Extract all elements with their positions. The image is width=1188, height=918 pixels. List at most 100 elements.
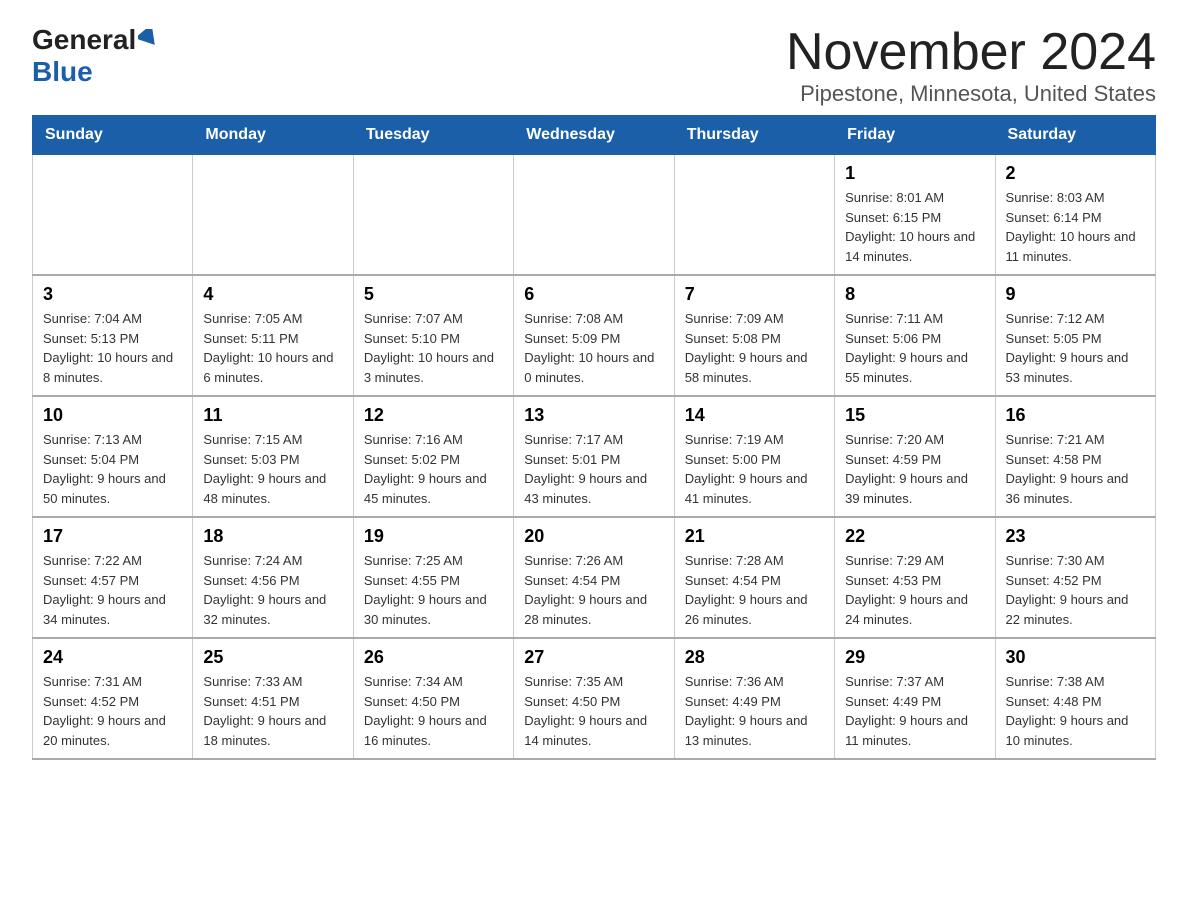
- logo-blue: Blue: [32, 56, 93, 87]
- calendar-cell: 18 Sunrise: 7:24 AM Sunset: 4:56 PM Dayli…: [193, 517, 353, 638]
- calendar-cell: [353, 155, 513, 276]
- day-info: Sunrise: 7:26 AM Sunset: 4:54 PM Dayligh…: [524, 551, 663, 629]
- day-number: 23: [1006, 526, 1145, 547]
- day-number: 21: [685, 526, 824, 547]
- day-number: 3: [43, 284, 182, 305]
- day-number: 7: [685, 284, 824, 305]
- day-number: 20: [524, 526, 663, 547]
- day-number: 1: [845, 163, 984, 184]
- calendar-cell: 23 Sunrise: 7:30 AM Sunset: 4:52 PM Dayli…: [995, 517, 1155, 638]
- logo-triangle-icon: [138, 29, 160, 51]
- day-info: Sunrise: 7:30 AM Sunset: 4:52 PM Dayligh…: [1006, 551, 1145, 629]
- calendar-cell: 27 Sunrise: 7:35 AM Sunset: 4:50 PM Dayli…: [514, 638, 674, 759]
- day-number: 9: [1006, 284, 1145, 305]
- calendar-cell: 17 Sunrise: 7:22 AM Sunset: 4:57 PM Dayli…: [33, 517, 193, 638]
- calendar-cell: 19Sunrise: 7:25 AM Sunset: 4:55 PM Dayli…: [353, 517, 513, 638]
- day-number: 18: [203, 526, 342, 547]
- day-info: Sunrise: 7:19 AM Sunset: 5:00 PM Dayligh…: [685, 430, 824, 508]
- day-info: Sunrise: 7:13 AM Sunset: 5:04 PM Dayligh…: [43, 430, 182, 508]
- calendar-cell: 24Sunrise: 7:31 AM Sunset: 4:52 PM Dayli…: [33, 638, 193, 759]
- calendar-cell: 4 Sunrise: 7:05 AM Sunset: 5:11 PM Daylig…: [193, 275, 353, 396]
- day-info: Sunrise: 7:38 AM Sunset: 4:48 PM Dayligh…: [1006, 672, 1145, 750]
- weekday-header-monday: Monday: [193, 116, 353, 155]
- calendar-cell: 22 Sunrise: 7:29 AM Sunset: 4:53 PM Dayli…: [835, 517, 995, 638]
- day-number: 25: [203, 647, 342, 668]
- day-number: 12: [364, 405, 503, 426]
- calendar-cell: 6 Sunrise: 7:08 AM Sunset: 5:09 PM Daylig…: [514, 275, 674, 396]
- day-info: Sunrise: 7:24 AM Sunset: 4:56 PM Dayligh…: [203, 551, 342, 629]
- calendar-cell: 14 Sunrise: 7:19 AM Sunset: 5:00 PM Dayli…: [674, 396, 834, 517]
- day-info: Sunrise: 7:17 AM Sunset: 5:01 PM Dayligh…: [524, 430, 663, 508]
- day-info: Sunrise: 7:29 AM Sunset: 4:53 PM Dayligh…: [845, 551, 984, 629]
- calendar-cell: 28Sunrise: 7:36 AM Sunset: 4:49 PM Dayli…: [674, 638, 834, 759]
- calendar-cell: 5 Sunrise: 7:07 AM Sunset: 5:10 PM Daylig…: [353, 275, 513, 396]
- calendar-cell: 2 Sunrise: 8:03 AM Sunset: 6:14 PM Daylig…: [995, 155, 1155, 276]
- day-info: Sunrise: 7:22 AM Sunset: 4:57 PM Dayligh…: [43, 551, 182, 629]
- day-info: Sunrise: 7:35 AM Sunset: 4:50 PM Dayligh…: [524, 672, 663, 750]
- day-info: Sunrise: 7:28 AM Sunset: 4:54 PM Dayligh…: [685, 551, 824, 629]
- day-number: 11: [203, 405, 342, 426]
- calendar-cell: 26 Sunrise: 7:34 AM Sunset: 4:50 PM Dayli…: [353, 638, 513, 759]
- day-number: 4: [203, 284, 342, 305]
- day-info: Sunrise: 8:01 AM Sunset: 6:15 PM Dayligh…: [845, 188, 984, 266]
- calendar-cell: 20 Sunrise: 7:26 AM Sunset: 4:54 PM Dayli…: [514, 517, 674, 638]
- day-number: 16: [1006, 405, 1145, 426]
- day-info: Sunrise: 7:07 AM Sunset: 5:10 PM Dayligh…: [364, 309, 503, 387]
- page-title: November 2024: [786, 24, 1156, 81]
- calendar-cell: [674, 155, 834, 276]
- day-info: Sunrise: 7:33 AM Sunset: 4:51 PM Dayligh…: [203, 672, 342, 750]
- calendar-cell: 8Sunrise: 7:11 AM Sunset: 5:06 PM Daylig…: [835, 275, 995, 396]
- calendar-week-row: 17 Sunrise: 7:22 AM Sunset: 4:57 PM Dayli…: [33, 517, 1156, 638]
- day-number: 6: [524, 284, 663, 305]
- day-info: Sunrise: 7:37 AM Sunset: 4:49 PM Dayligh…: [845, 672, 984, 750]
- day-number: 27: [524, 647, 663, 668]
- calendar-cell: 12 Sunrise: 7:16 AM Sunset: 5:02 PM Dayli…: [353, 396, 513, 517]
- day-number: 29: [845, 647, 984, 668]
- day-info: Sunrise: 7:34 AM Sunset: 4:50 PM Dayligh…: [364, 672, 503, 750]
- calendar-cell: [33, 155, 193, 276]
- day-info: Sunrise: 7:12 AM Sunset: 5:05 PM Dayligh…: [1006, 309, 1145, 387]
- calendar-cell: 1 Sunrise: 8:01 AM Sunset: 6:15 PM Daylig…: [835, 155, 995, 276]
- weekday-header-saturday: Saturday: [995, 116, 1155, 155]
- calendar-cell: 15Sunrise: 7:20 AM Sunset: 4:59 PM Dayli…: [835, 396, 995, 517]
- day-info: Sunrise: 7:09 AM Sunset: 5:08 PM Dayligh…: [685, 309, 824, 387]
- calendar-cell: 30 Sunrise: 7:38 AM Sunset: 4:48 PM Dayli…: [995, 638, 1155, 759]
- weekday-header-thursday: Thursday: [674, 116, 834, 155]
- weekday-header-wednesday: Wednesday: [514, 116, 674, 155]
- calendar-table: SundayMondayTuesdayWednesdayThursdayFrid…: [32, 115, 1156, 760]
- day-info: Sunrise: 7:08 AM Sunset: 5:09 PM Dayligh…: [524, 309, 663, 387]
- title-block: November 2024 Pipestone, Minnesota, Unit…: [786, 24, 1156, 107]
- calendar-cell: 7 Sunrise: 7:09 AM Sunset: 5:08 PM Daylig…: [674, 275, 834, 396]
- calendar-cell: 21 Sunrise: 7:28 AM Sunset: 4:54 PM Dayli…: [674, 517, 834, 638]
- day-number: 17: [43, 526, 182, 547]
- day-info: Sunrise: 7:21 AM Sunset: 4:58 PM Dayligh…: [1006, 430, 1145, 508]
- day-info: Sunrise: 7:05 AM Sunset: 5:11 PM Dayligh…: [203, 309, 342, 387]
- day-info: Sunrise: 7:25 AM Sunset: 4:55 PM Dayligh…: [364, 551, 503, 629]
- logo: General Blue: [32, 24, 160, 88]
- day-number: 8: [845, 284, 984, 305]
- day-number: 30: [1006, 647, 1145, 668]
- day-number: 5: [364, 284, 503, 305]
- weekday-header-sunday: Sunday: [33, 116, 193, 155]
- page-header: General Blue November 2024 Pipestone, Mi…: [32, 24, 1156, 107]
- calendar-cell: [193, 155, 353, 276]
- weekday-row: SundayMondayTuesdayWednesdayThursdayFrid…: [33, 116, 1156, 155]
- weekday-header-tuesday: Tuesday: [353, 116, 513, 155]
- calendar-cell: 13Sunrise: 7:17 AM Sunset: 5:01 PM Dayli…: [514, 396, 674, 517]
- day-number: 26: [364, 647, 503, 668]
- day-info: Sunrise: 7:36 AM Sunset: 4:49 PM Dayligh…: [685, 672, 824, 750]
- day-info: Sunrise: 7:16 AM Sunset: 5:02 PM Dayligh…: [364, 430, 503, 508]
- day-number: 14: [685, 405, 824, 426]
- day-info: Sunrise: 7:20 AM Sunset: 4:59 PM Dayligh…: [845, 430, 984, 508]
- day-number: 24: [43, 647, 182, 668]
- day-info: Sunrise: 8:03 AM Sunset: 6:14 PM Dayligh…: [1006, 188, 1145, 266]
- calendar-cell: 16 Sunrise: 7:21 AM Sunset: 4:58 PM Dayli…: [995, 396, 1155, 517]
- calendar-week-row: 10 Sunrise: 7:13 AM Sunset: 5:04 PM Dayli…: [33, 396, 1156, 517]
- calendar-cell: 11Sunrise: 7:15 AM Sunset: 5:03 PM Dayli…: [193, 396, 353, 517]
- day-number: 10: [43, 405, 182, 426]
- calendar-cell: 10 Sunrise: 7:13 AM Sunset: 5:04 PM Dayli…: [33, 396, 193, 517]
- day-number: 22: [845, 526, 984, 547]
- day-info: Sunrise: 7:04 AM Sunset: 5:13 PM Dayligh…: [43, 309, 182, 387]
- day-number: 2: [1006, 163, 1145, 184]
- calendar-cell: 25 Sunrise: 7:33 AM Sunset: 4:51 PM Dayli…: [193, 638, 353, 759]
